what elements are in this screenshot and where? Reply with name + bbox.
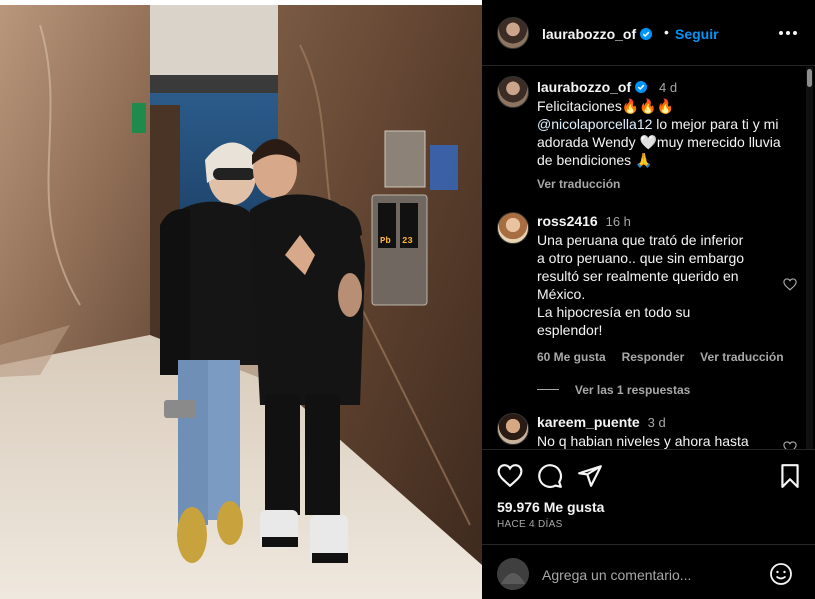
current-user-avatar-image (497, 558, 529, 590)
view-replies[interactable]: Ver las 1 respuestas (537, 380, 787, 399)
comment-like-heart-icon[interactable] (783, 278, 797, 291)
caption-author-avatar[interactable] (497, 76, 529, 108)
elevator-floor-label: Pb (380, 236, 391, 246)
post-timestamp: HACE 4 DÍAS (497, 519, 563, 530)
share-send-icon[interactable] (577, 463, 603, 489)
follow-button[interactable]: Seguir (675, 26, 719, 42)
replies-line (537, 389, 559, 390)
comments-list[interactable]: laurabozzo_of 4 d Felicitaciones🔥🔥🔥 @nic… (482, 67, 815, 449)
comment-text-line: México. (537, 286, 586, 302)
separator-dot: • (664, 24, 669, 40)
caption-text-line: Felicitaciones🔥🔥🔥 (537, 98, 675, 114)
post-photo[interactable]: Pb 23 (0, 5, 482, 599)
save-bookmark-icon[interactable] (777, 463, 803, 489)
caption-time: 4 d (659, 80, 678, 95)
comment-reply-button[interactable]: Responder (622, 350, 685, 364)
caption-username[interactable]: laurabozzo_of (537, 79, 648, 95)
post-actions: 59.976 Me gusta HACE 4 DÍAS (482, 449, 815, 544)
comments-scrollbar[interactable] (806, 67, 813, 449)
caption-text-line: adorada Wendy 🤍muy merecido lluvia (537, 134, 781, 150)
comment-likes-count[interactable]: 60 Me gusta (537, 350, 606, 364)
verified-badge-icon (635, 81, 648, 93)
comment-like-heart-icon[interactable] (783, 441, 797, 449)
comment-text-line: Una peruana que trató de inferior (537, 232, 744, 248)
comment-text-line: a otro peruano.. que sin embargo (537, 250, 745, 266)
comment-time: 3 d (647, 415, 666, 430)
commenter-avatar[interactable] (497, 212, 529, 244)
post-sidebar: laurabozzo_of • Seguir laurabozzo_of 4 d… (482, 0, 815, 599)
comment-bubble-icon[interactable] (537, 463, 563, 489)
commenter-username[interactable]: ross2416 (537, 213, 598, 229)
elevator-floor-number: 23 (402, 236, 413, 246)
post-image (0, 5, 482, 599)
author-username[interactable]: laurabozzo_of (542, 26, 653, 42)
commenter-avatar[interactable] (497, 413, 529, 445)
post-header: laurabozzo_of • Seguir (482, 0, 815, 66)
instagram-post-modal: Pb 23 laurabozzo_of • Seguir laurabozzo_… (0, 0, 815, 599)
comment-input[interactable]: Agrega un comentario... (542, 567, 691, 583)
add-comment-bar: Agrega un comentario... (482, 544, 815, 599)
caption-mention-link[interactable]: @nicolaporcella12 (537, 116, 652, 132)
caption-text-line: @nicolaporcella12 lo mejor para ti y mi (537, 116, 779, 132)
comment-text-line: No q habian niveles y ahora hasta (537, 433, 749, 449)
commenter-username[interactable]: kareem_puente (537, 414, 640, 430)
like-heart-icon[interactable] (497, 463, 523, 489)
view-replies-label[interactable]: Ver las 1 respuestas (575, 383, 690, 397)
scrollbar-thumb[interactable] (807, 69, 812, 87)
comment-text-line: La hipocresía en todo su (537, 304, 691, 320)
emoji-icon[interactable] (769, 562, 793, 586)
author-avatar[interactable] (497, 17, 529, 49)
comment-text-line: esplendor! (537, 322, 603, 338)
caption-text-line: de bendiciones 🙏 (537, 152, 653, 168)
post-like-count[interactable]: 59.976 Me gusta (497, 499, 604, 515)
comment-time: 16 h (605, 214, 631, 229)
more-options-icon[interactable] (779, 27, 797, 39)
verified-badge-icon (640, 28, 653, 40)
current-user-avatar (497, 558, 529, 590)
comment-text-line: resultó ser realmente querido en (537, 268, 739, 284)
comment-translate-link[interactable]: Ver traducción (700, 350, 783, 364)
caption-translate-link[interactable]: Ver traducción (537, 175, 787, 193)
